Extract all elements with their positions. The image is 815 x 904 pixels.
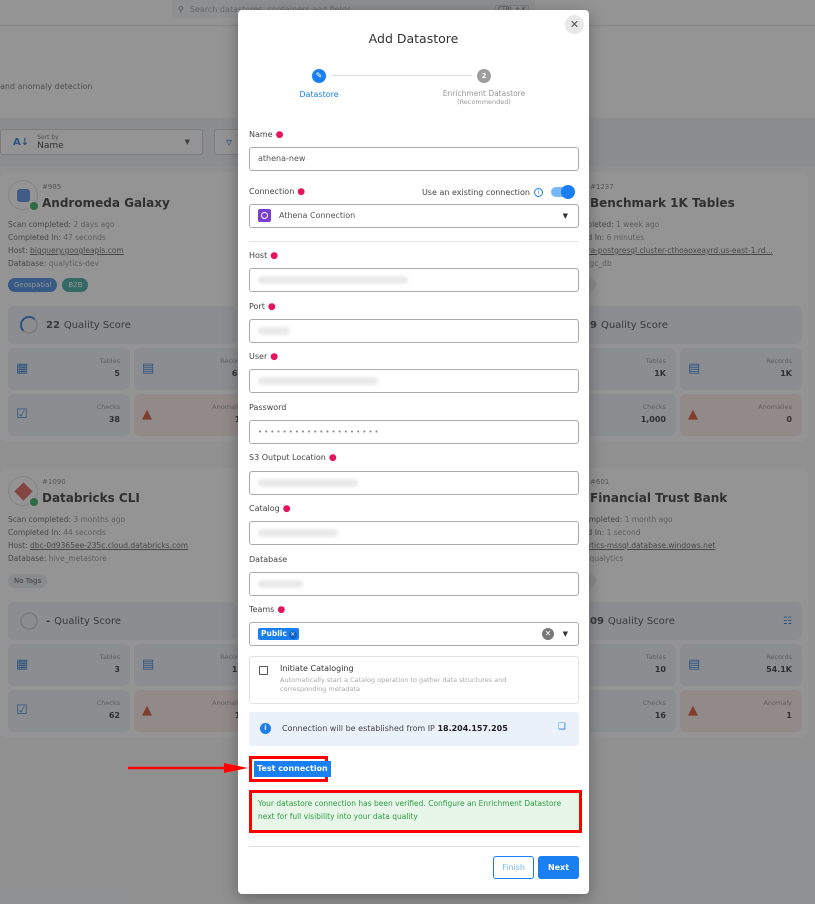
stepper-connector: [332, 75, 472, 76]
s3-output-location-input[interactable]: [249, 471, 579, 495]
dialog-title: Add Datastore: [368, 31, 459, 46]
chevron-down-icon: ▼: [562, 212, 568, 220]
footer-divider: [249, 846, 579, 847]
user-label: User ●: [249, 352, 279, 362]
step-1-label: Datastore: [299, 90, 339, 99]
ip-notice-text: Connection will be established from IP: [282, 724, 435, 733]
password-label: Password: [249, 403, 287, 412]
host-input[interactable]: [249, 268, 579, 292]
initiate-cataloging-description: Automatically start a Catalog operation …: [280, 676, 507, 693]
use-existing-toggle[interactable]: [551, 185, 575, 199]
test-connection-highlight: Test connection: [249, 756, 331, 782]
initiate-cataloging-label: Initiate Cataloging: [280, 664, 354, 673]
teams-label: Teams ●: [249, 605, 286, 615]
port-label: Port ●: [249, 302, 276, 312]
chevron-down-icon: ▼: [562, 630, 568, 638]
clear-icon[interactable]: ✕: [542, 628, 554, 640]
info-icon: i: [260, 723, 271, 734]
athena-icon: [258, 209, 271, 222]
catalog-input[interactable]: [249, 521, 579, 545]
connection-select[interactable]: Athena Connection ▼: [249, 204, 579, 228]
step-1-pencil-icon: ✎: [312, 69, 326, 83]
s3-output-location-label: S3 Output Location ●: [249, 453, 337, 463]
port-input[interactable]: [249, 319, 579, 343]
ip-notice: i Connection will be established from IP…: [249, 712, 579, 746]
add-datastore-dialog: ✕ Add Datastore ✎ 2 Datastore Enrichment…: [238, 10, 589, 894]
teams-select[interactable]: Public ✕ ✕ ▼: [249, 622, 579, 646]
step-2-label: Enrichment Datastore (Recommended): [442, 89, 526, 106]
use-existing-connection: Use an existing connection i: [422, 185, 575, 199]
info-icon[interactable]: i: [534, 187, 543, 197]
catalog-label: Catalog ●: [249, 504, 291, 514]
name-input[interactable]: athena-new: [249, 147, 579, 171]
next-button[interactable]: Next: [538, 856, 579, 879]
connection-label: Connection ●: [249, 187, 306, 197]
team-chip[interactable]: Public ✕: [258, 627, 299, 640]
success-message: Your datastore connection has been verif…: [249, 790, 582, 833]
test-connection-button[interactable]: Test connection: [254, 761, 331, 777]
user-input[interactable]: [249, 369, 579, 393]
finish-button[interactable]: Finish: [493, 856, 534, 879]
ip-address: 18.204.157.205: [437, 724, 508, 733]
database-input[interactable]: [249, 572, 579, 596]
annotation-arrow-icon: [128, 763, 248, 773]
name-label: Name ●: [249, 130, 284, 140]
host-label: Host ●: [249, 251, 279, 261]
chip-remove-icon[interactable]: ✕: [288, 630, 297, 639]
close-icon: ✕: [569, 18, 580, 31]
password-input[interactable]: ••••••••••••••••••••: [249, 420, 579, 444]
step-2-number: 2: [477, 69, 491, 83]
initiate-cataloging-option: Initiate Cataloging Automatically start …: [249, 656, 579, 704]
copy-icon[interactable]: ❏: [558, 722, 566, 732]
initiate-cataloging-checkbox[interactable]: [259, 666, 268, 675]
section-divider: [249, 241, 579, 242]
database-label: Database: [249, 555, 288, 564]
